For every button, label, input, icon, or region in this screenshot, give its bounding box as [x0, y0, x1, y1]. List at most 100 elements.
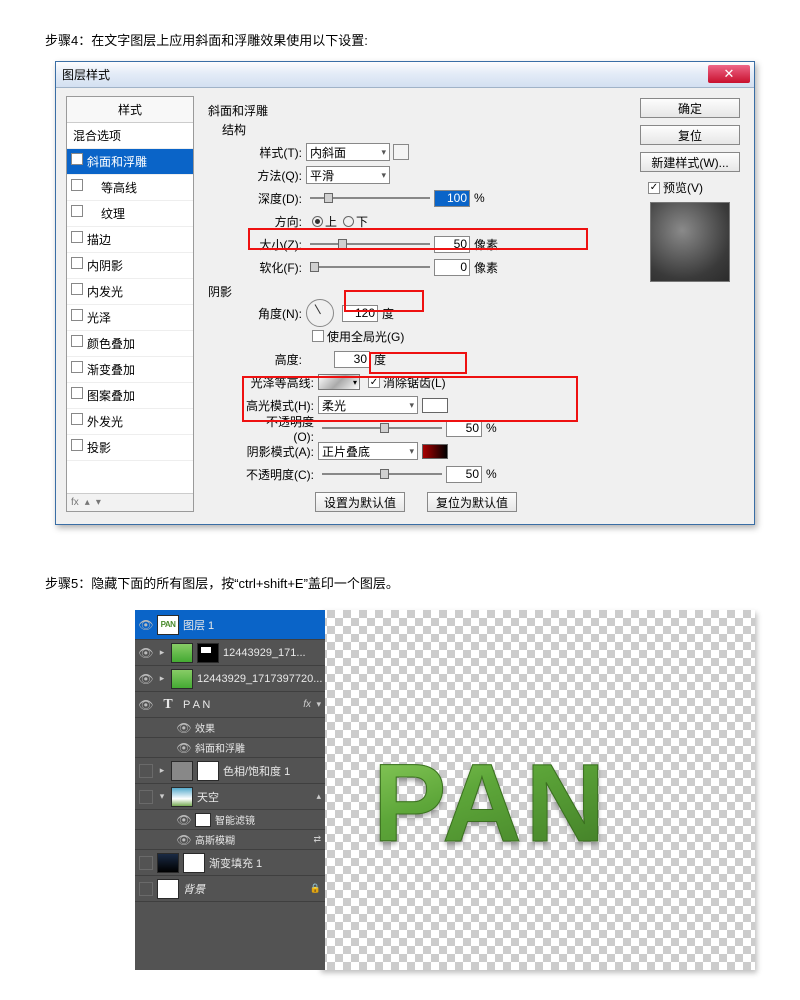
- visibility-icon[interactable]: 👁: [139, 646, 153, 660]
- angle-dial[interactable]: [306, 299, 334, 327]
- reset-default-button[interactable]: 复位为默认值: [427, 492, 517, 512]
- style-help[interactable]: [393, 144, 409, 160]
- sh-mode-select[interactable]: 正片叠底▾: [318, 442, 418, 460]
- layer-effect-bevel[interactable]: 👁 斜面和浮雕: [135, 738, 325, 758]
- fx-footer: fx▴▾: [67, 493, 193, 511]
- layer-row-hue[interactable]: ▸ 色相/饱和度 1: [135, 758, 325, 784]
- layer-row-1[interactable]: 👁▸ 12443929_171...: [135, 640, 325, 666]
- sh-opacity-input[interactable]: 50: [446, 466, 482, 483]
- layer-row-sky[interactable]: ▾ 天空▴: [135, 784, 325, 810]
- global-light-checkbox[interactable]: [312, 330, 324, 342]
- layer-thumb: [157, 879, 179, 899]
- sh-opacity-label: 不透明度(C):: [246, 466, 314, 483]
- layer-name: P A N: [183, 699, 299, 711]
- layer-row-bg[interactable]: 背景 🔒: [135, 876, 325, 902]
- style-select[interactable]: 内斜面▾: [306, 143, 390, 161]
- step5-title: 步骤5：隐藏下面的所有图层，按“ctrl+shift+E”盖印一个图层。: [45, 573, 755, 592]
- close-button[interactable]: ✕: [708, 65, 750, 83]
- layer-row-2[interactable]: 👁▸ 12443929_1717397720...: [135, 666, 325, 692]
- antialias-checkbox[interactable]: ✓: [368, 376, 380, 388]
- dir-up-radio[interactable]: [312, 216, 323, 227]
- size-input[interactable]: 50: [434, 236, 470, 253]
- item-stroke[interactable]: 描边: [67, 227, 193, 253]
- layer-row-text[interactable]: 👁 T P A N fx▾: [135, 692, 325, 718]
- layer-row-top[interactable]: 👁 PAN 图层 1: [135, 610, 325, 640]
- visibility-icon[interactable]: 👁: [139, 618, 153, 632]
- layer-mask-thumb: [183, 853, 205, 873]
- gloss-contour[interactable]: ▾: [318, 374, 360, 390]
- ok-button[interactable]: 确定: [640, 98, 740, 118]
- item-contour[interactable]: 等高线: [67, 175, 193, 201]
- style-list: 样式 混合选项 ✓斜面和浮雕 等高线 纹理 描边 内阴影 内发光 光泽 颜色叠加…: [66, 96, 194, 512]
- item-bevel[interactable]: ✓斜面和浮雕: [67, 149, 193, 175]
- visibility-icon[interactable]: 👁: [139, 672, 153, 686]
- angle-input[interactable]: 120: [342, 305, 378, 322]
- layer-gaussian-blur[interactable]: 👁 高斯模糊 ⇄: [135, 830, 325, 850]
- item-pattern-overlay[interactable]: 图案叠加: [67, 383, 193, 409]
- section-bevel-title: 斜面和浮雕: [208, 102, 624, 119]
- hl-opacity-slider[interactable]: [322, 421, 442, 435]
- item-satin[interactable]: 光泽: [67, 305, 193, 331]
- style-label: 样式(T):: [246, 144, 302, 161]
- layer-row-gradfill[interactable]: 渐变填充 1: [135, 850, 325, 876]
- layers-panel: 👁 PAN 图层 1 👁▸ 12443929_171... 👁▸ 1244392…: [135, 610, 325, 970]
- layer-effects[interactable]: 👁 效果: [135, 718, 325, 738]
- layer-thumb: [171, 787, 193, 807]
- sh-opacity-slider[interactable]: [322, 467, 442, 481]
- size-unit: 像素: [474, 236, 498, 253]
- dir-down-radio[interactable]: [343, 216, 354, 227]
- layer-mask-thumb: [197, 643, 219, 663]
- visibility-icon[interactable]: 👁: [177, 741, 191, 755]
- preview-checkbox[interactable]: ✓: [648, 182, 660, 194]
- hl-mode-select[interactable]: 柔光▾: [318, 396, 418, 414]
- item-inner-glow[interactable]: 内发光: [67, 279, 193, 305]
- layer-name: 色相/饱和度 1: [223, 763, 325, 779]
- visibility-off[interactable]: [139, 764, 153, 778]
- blend-options-item[interactable]: 混合选项: [67, 123, 193, 149]
- item-drop-shadow[interactable]: 投影: [67, 435, 193, 461]
- depth-label: 深度(D):: [246, 190, 302, 207]
- visibility-off[interactable]: [139, 856, 153, 870]
- item-inner-shadow[interactable]: 内阴影: [67, 253, 193, 279]
- soften-slider[interactable]: [310, 260, 430, 274]
- soften-input[interactable]: 0: [434, 259, 470, 276]
- item-outer-glow[interactable]: 外发光: [67, 409, 193, 435]
- depth-input[interactable]: 100: [434, 190, 470, 207]
- item-gradient-overlay[interactable]: 渐变叠加: [67, 357, 193, 383]
- altitude-unit: 度: [374, 351, 386, 368]
- visibility-off[interactable]: [139, 882, 153, 896]
- technique-select[interactable]: 平滑▾: [306, 166, 390, 184]
- soften-label: 软化(F):: [246, 259, 302, 276]
- canvas: PAN: [319, 610, 755, 970]
- visibility-icon[interactable]: 👁: [177, 721, 191, 735]
- size-slider[interactable]: [310, 237, 430, 251]
- depth-unit: %: [474, 191, 485, 205]
- layer-name: 12443929_171...: [223, 647, 325, 659]
- sh-color-swatch[interactable]: [422, 444, 448, 459]
- altitude-input[interactable]: 30: [334, 351, 370, 368]
- visibility-icon[interactable]: 👁: [177, 813, 191, 827]
- effects-label: 效果: [195, 720, 325, 735]
- shading-title: 阴影: [208, 283, 624, 300]
- adjustment-thumb: [171, 761, 193, 781]
- item-texture[interactable]: 纹理: [67, 201, 193, 227]
- item-color-overlay[interactable]: 颜色叠加: [67, 331, 193, 357]
- set-default-button[interactable]: 设置为默认值: [315, 492, 405, 512]
- depth-slider[interactable]: [310, 191, 430, 205]
- visibility-off[interactable]: [139, 790, 153, 804]
- fx-badge[interactable]: fx: [303, 699, 311, 710]
- visibility-icon[interactable]: 👁: [139, 698, 153, 712]
- pan-text: PAN: [373, 740, 609, 867]
- layer-thumb: [171, 643, 193, 663]
- hl-mode-label: 高光模式(H):: [246, 397, 314, 414]
- cancel-button[interactable]: 复位: [640, 125, 740, 145]
- new-style-button[interactable]: 新建样式(W)...: [640, 152, 740, 172]
- technique-label: 方法(Q):: [246, 167, 302, 184]
- visibility-icon[interactable]: 👁: [177, 833, 191, 847]
- layer-smart-filters[interactable]: 👁 智能滤镜: [135, 810, 325, 830]
- dialog-titlebar[interactable]: 图层样式 ✕: [56, 62, 754, 88]
- hl-color-swatch[interactable]: [422, 398, 448, 413]
- altitude-label: 高度:: [246, 351, 302, 368]
- hl-opacity-input[interactable]: 50: [446, 420, 482, 437]
- layer-name: 渐变填充 1: [209, 855, 325, 871]
